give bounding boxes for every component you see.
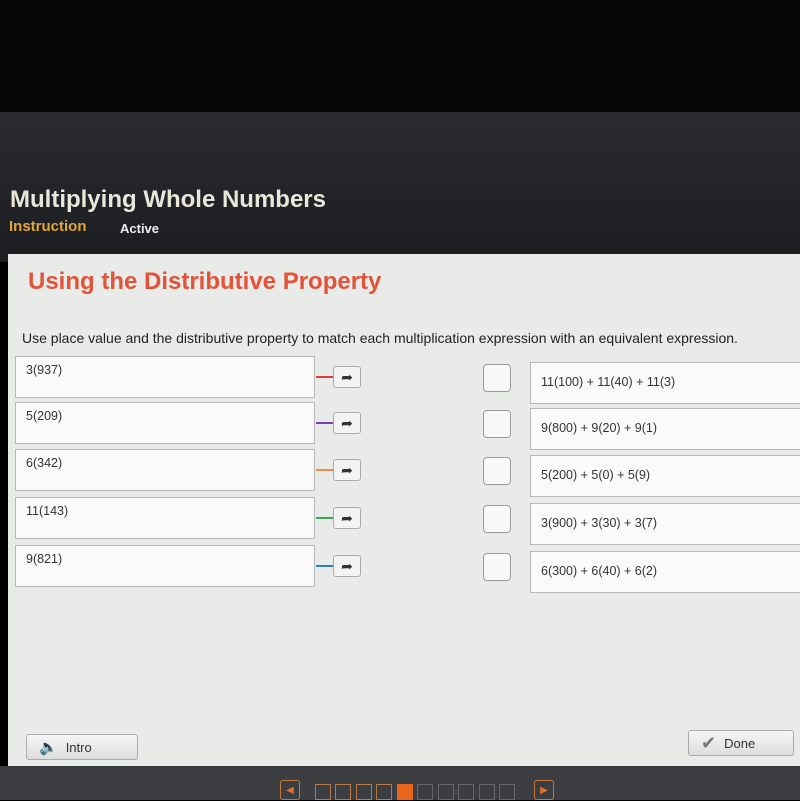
lesson-header: Multiplying Whole Numbers Instruction Ac…	[0, 112, 800, 262]
match-target-box[interactable]	[483, 410, 511, 438]
match-target-box[interactable]	[483, 505, 511, 533]
page-indicator[interactable]	[437, 784, 454, 800]
expression-item[interactable]: 5(209)	[15, 402, 315, 444]
equivalent-expression-label: 11(100) + 11(40) + 11(3)	[541, 375, 676, 389]
match-target-box[interactable]	[483, 553, 511, 581]
share-arrow-icon[interactable]: ➦	[333, 555, 361, 577]
share-arrow-icon[interactable]: ➦	[333, 507, 361, 529]
pagination-bar: ◀ ▶	[0, 766, 800, 800]
tab-active[interactable]: Active	[120, 221, 159, 236]
page-indicator[interactable]	[355, 784, 372, 800]
section-heading: Using the Distributive Property	[28, 268, 382, 295]
page-indicator[interactable]	[314, 784, 331, 800]
expression-label: 3(937)	[26, 363, 63, 377]
expression-label: 6(342)	[26, 456, 63, 470]
page-indicator[interactable]	[376, 784, 392, 800]
next-page-button[interactable]: ▶	[534, 780, 554, 800]
expression-label: 5(209)	[26, 409, 63, 423]
done-button[interactable]: ✔ Done	[688, 730, 794, 756]
equivalent-expression: 5(200) + 5(0) + 5(9)	[530, 455, 800, 497]
done-label: Done	[724, 735, 756, 751]
expression-item[interactable]: 3(937)	[15, 356, 315, 398]
match-target-box[interactable]	[483, 457, 511, 485]
content-panel: Using the Distributive Property Use plac…	[8, 254, 800, 768]
share-arrow-icon[interactable]: ➦	[333, 412, 361, 434]
equivalent-expression-label: 6(300) + 6(40) + 6(2)	[541, 564, 658, 578]
prev-page-button[interactable]: ◀	[280, 780, 300, 800]
page-indicator[interactable]	[335, 784, 351, 800]
share-arrow-icon[interactable]: ➦	[333, 366, 361, 388]
expression-item[interactable]: 6(342)	[15, 449, 315, 491]
lesson-title: Multiplying Whole Numbers	[10, 186, 326, 213]
equivalent-expression: 6(300) + 6(40) + 6(2)	[530, 551, 800, 593]
match-target-box[interactable]	[483, 364, 511, 392]
tab-instruction[interactable]: Instruction	[9, 218, 87, 235]
instruction-text: Use place value and the distributive pro…	[22, 330, 738, 346]
expression-label: 11(143)	[26, 504, 69, 518]
equivalent-expression-label: 5(200) + 5(0) + 5(9)	[541, 468, 651, 482]
expression-item[interactable]: 9(821)	[15, 545, 315, 587]
page-indicator[interactable]	[417, 784, 433, 800]
share-arrow-icon[interactable]: ➦	[333, 459, 361, 481]
expression-item[interactable]: 11(143)	[15, 497, 315, 539]
page-indicator[interactable]	[458, 784, 474, 800]
equivalent-expression: 11(100) + 11(40) + 11(3)	[530, 362, 800, 404]
equivalent-expression: 3(900) + 3(30) + 3(7)	[530, 503, 800, 545]
top-bezel	[0, 0, 800, 112]
intro-button[interactable]: 🔈 Intro	[26, 734, 138, 760]
expression-label: 9(821)	[26, 552, 63, 566]
equivalent-expression-label: 9(800) + 9(20) + 9(1)	[541, 421, 658, 435]
checkmark-icon: ✔	[701, 732, 717, 753]
speaker-icon: 🔈	[39, 739, 58, 756]
page-indicator[interactable]	[499, 784, 515, 800]
intro-label: Intro	[65, 739, 92, 755]
equivalent-expression: 9(800) + 9(20) + 9(1)	[530, 408, 800, 450]
equivalent-expression-label: 3(900) + 3(30) + 3(7)	[541, 516, 658, 530]
page-indicator[interactable]	[396, 784, 413, 800]
page-indicator[interactable]	[478, 784, 495, 800]
